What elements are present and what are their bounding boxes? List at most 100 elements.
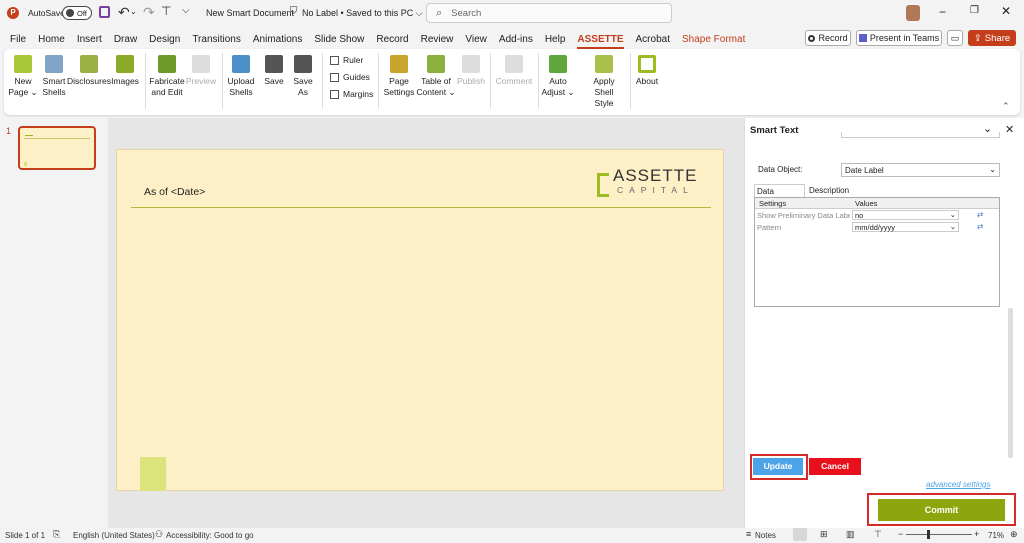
commit-button[interactable]: Commit bbox=[878, 499, 1005, 521]
slide[interactable]: As of <Date> ASSETTE CAPITAL bbox=[116, 149, 724, 491]
page-settings-label: Page Settings bbox=[383, 76, 415, 97]
share-button[interactable]: ⇪ Share bbox=[968, 30, 1016, 46]
zoom-out-icon[interactable]: − bbox=[898, 529, 903, 539]
search-box[interactable]: ⌕ Search bbox=[426, 3, 672, 23]
save-button[interactable]: Save bbox=[260, 53, 288, 87]
undo-icon[interactable]: ↶ bbox=[118, 4, 130, 21]
language-status[interactable]: English (United States) bbox=[73, 531, 155, 540]
cancel-button[interactable]: Cancel bbox=[809, 458, 861, 475]
normal-view-icon[interactable] bbox=[793, 528, 807, 541]
ribbon-separator bbox=[222, 53, 223, 109]
slide-thumbnail[interactable] bbox=[18, 126, 96, 170]
record-button[interactable]: Record bbox=[805, 30, 851, 46]
tab-description[interactable]: Description bbox=[809, 186, 849, 195]
pane-close-icon[interactable]: ✕ bbox=[1005, 123, 1014, 136]
notes-icon[interactable]: ≡ bbox=[746, 529, 751, 539]
ribbon-tabs: File Home Insert Draw Design Transitions… bbox=[0, 30, 1024, 49]
minimize-icon[interactable]: − bbox=[939, 5, 946, 19]
tab-animations[interactable]: Animations bbox=[247, 34, 308, 45]
tab-transitions[interactable]: Transitions bbox=[186, 34, 247, 45]
slide-sorter-icon[interactable]: ⊞ bbox=[820, 529, 828, 540]
label-status[interactable]: No Label • Saved to this PC ⌵ bbox=[302, 8, 423, 19]
slide-show-icon[interactable]: ⊤ bbox=[874, 529, 882, 540]
undo-dropdown-icon[interactable]: ⌄ bbox=[130, 7, 137, 16]
zoom-slider-thumb[interactable] bbox=[927, 530, 930, 539]
guides-checkbox[interactable]: Guides bbox=[330, 72, 370, 82]
notes-button[interactable]: Notes bbox=[755, 531, 776, 540]
accessibility-status[interactable]: Accessibility: Good to go bbox=[166, 531, 254, 540]
accessibility-icon[interactable]: ⚇ bbox=[155, 529, 163, 540]
tab-home[interactable]: Home bbox=[32, 34, 71, 45]
ruler-checkbox[interactable]: Ruler bbox=[330, 55, 363, 65]
pane-title: Smart Text bbox=[750, 125, 799, 136]
smart-shells-button[interactable]: Smart Shells bbox=[40, 53, 68, 98]
link-icon[interactable]: ⇄ bbox=[977, 222, 983, 231]
spelling-icon[interactable]: ⎘ bbox=[53, 529, 60, 540]
settings-grid: Settings Values Show Preliminary Data La… bbox=[754, 197, 1000, 307]
zoom-level[interactable]: 71% bbox=[988, 531, 1004, 540]
tab-slide-show[interactable]: Slide Show bbox=[308, 34, 370, 45]
autosave-toggle[interactable]: Off bbox=[62, 6, 92, 20]
close-icon[interactable]: ✕ bbox=[1001, 4, 1011, 18]
search-input[interactable]: Search bbox=[451, 8, 481, 19]
present-in-teams-button[interactable]: Present in Teams bbox=[856, 30, 942, 46]
row-value-select[interactable]: no ⌄ bbox=[852, 210, 959, 220]
tab-add-ins[interactable]: Add-ins bbox=[493, 34, 539, 45]
tab-design[interactable]: Design bbox=[143, 34, 186, 45]
row-value-select[interactable]: mm/dd/yyyy ⌄ bbox=[852, 222, 959, 232]
tab-draw[interactable]: Draw bbox=[108, 34, 143, 45]
present-from-start-icon[interactable]: ⊤ bbox=[161, 4, 171, 18]
save-icon[interactable] bbox=[99, 6, 110, 18]
publish-button[interactable]: Publish bbox=[456, 53, 486, 87]
page-settings-button[interactable]: Page Settings bbox=[382, 53, 416, 98]
tab-shape-format[interactable]: Shape Format bbox=[676, 34, 751, 45]
new-page-button[interactable]: New Page ⌄ bbox=[8, 53, 38, 98]
fit-to-window-icon[interactable]: ⊕ bbox=[1010, 529, 1018, 540]
document-title[interactable]: New Smart Document bbox=[206, 8, 294, 18]
tab-file[interactable]: File bbox=[4, 34, 32, 45]
pane-scrollbar[interactable] bbox=[1008, 308, 1013, 458]
comment-button[interactable]: Comment bbox=[494, 53, 534, 87]
advanced-settings-link[interactable]: advanced settings bbox=[926, 480, 991, 489]
zoom-slider[interactable] bbox=[906, 534, 972, 535]
margins-checkbox[interactable]: Margins bbox=[330, 89, 373, 99]
thumbnail-block bbox=[24, 162, 27, 166]
save-as-button[interactable]: Save As bbox=[290, 53, 316, 98]
date-text[interactable]: As of <Date> bbox=[144, 186, 205, 198]
data-object-select[interactable]: Date Label ⌄ bbox=[841, 163, 1000, 177]
redo-icon[interactable]: ↷ bbox=[143, 4, 155, 21]
ruler-check-box bbox=[330, 55, 339, 65]
update-button[interactable]: Update bbox=[753, 458, 803, 475]
preview-button[interactable]: Preview bbox=[186, 53, 216, 87]
tab-help[interactable]: Help bbox=[539, 34, 572, 45]
ribbon-collapse-icon[interactable]: ⌃ bbox=[1002, 101, 1010, 112]
tab-acrobat[interactable]: Acrobat bbox=[630, 34, 676, 45]
fabricate-button[interactable]: Fabricate and Edit bbox=[148, 53, 186, 98]
accent-block[interactable] bbox=[140, 457, 166, 491]
tab-record[interactable]: Record bbox=[370, 34, 414, 45]
tab-assette[interactable]: ASSETTE bbox=[571, 34, 629, 49]
save-as-label: Save As bbox=[293, 76, 313, 97]
customize-toolbar-icon[interactable]: ⌵ bbox=[182, 5, 190, 16]
tab-data-settings[interactable]: Data Settings bbox=[754, 184, 805, 205]
images-button[interactable]: Images bbox=[110, 53, 140, 87]
tab-insert[interactable]: Insert bbox=[71, 34, 108, 45]
tab-review[interactable]: Review bbox=[415, 34, 460, 45]
chevron-down-icon: ⌄ bbox=[949, 222, 956, 231]
comments-button[interactable]: ▭ bbox=[947, 30, 963, 46]
toggle-state: Off bbox=[77, 8, 87, 18]
apply-shell-style-button[interactable]: Apply Shell Style bbox=[584, 53, 624, 109]
upload-shells-button[interactable]: Upload Shells bbox=[226, 53, 256, 98]
auto-adjust-button[interactable]: Auto Adjust ⌄ bbox=[540, 53, 576, 98]
avatar[interactable] bbox=[906, 5, 920, 21]
preview-icon bbox=[192, 55, 210, 73]
tab-view[interactable]: View bbox=[459, 34, 493, 45]
table-of-content-button[interactable]: Table of Content ⌄ bbox=[416, 53, 456, 98]
about-button[interactable]: About bbox=[632, 53, 662, 87]
link-icon[interactable]: ⇄ bbox=[977, 210, 983, 219]
ribbon-separator bbox=[630, 53, 631, 109]
disclosures-button[interactable]: Disclosures bbox=[67, 53, 111, 87]
restore-icon[interactable]: ❐ bbox=[970, 5, 979, 16]
zoom-in-icon[interactable]: + bbox=[974, 529, 979, 539]
reading-view-icon[interactable]: ▥ bbox=[846, 529, 855, 540]
